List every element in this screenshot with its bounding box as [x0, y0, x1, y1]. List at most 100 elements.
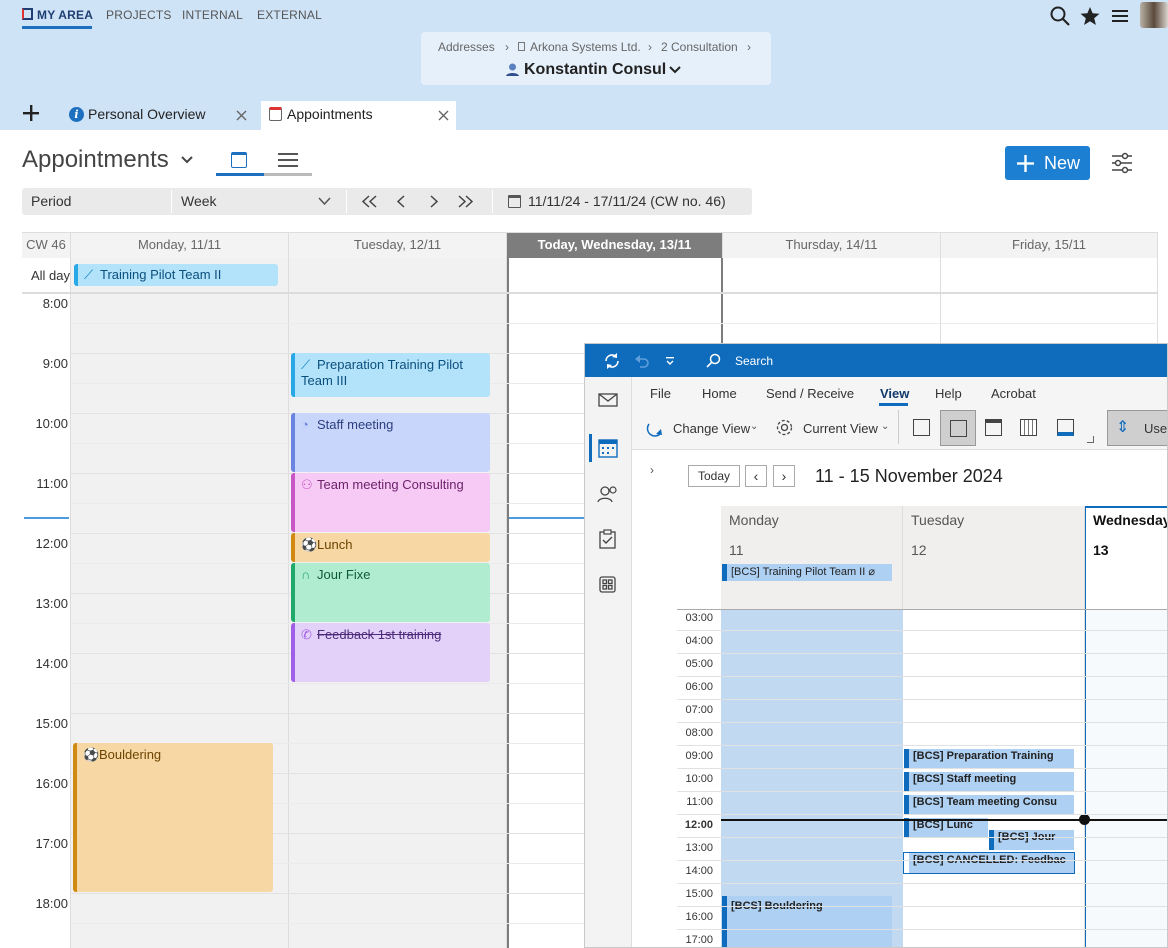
chevron-down-icon[interactable] [180, 155, 194, 165]
week-view-icon[interactable] [985, 419, 1002, 436]
star-icon[interactable] [1079, 5, 1101, 27]
menu-view[interactable]: View [880, 386, 909, 401]
menu-send-receive[interactable]: Send / Receive [766, 386, 854, 401]
ol-event-preparation[interactable]: [BCS] Preparation Training [904, 749, 1074, 769]
search-icon [706, 353, 721, 368]
calendar-icon[interactable] [598, 438, 618, 458]
breadcrumb-separator: › [505, 40, 509, 54]
ol-day-name: Tuesday [911, 512, 965, 528]
settings-sliders-icon[interactable] [1111, 152, 1133, 174]
day-view-icon[interactable] [913, 419, 930, 436]
add-tab-icon[interactable] [23, 105, 39, 121]
owner-name[interactable]: Konstantin Consul [524, 61, 666, 79]
nav-external[interactable]: EXTERNAL [257, 8, 322, 22]
quick-access-dropdown-icon[interactable] [665, 356, 675, 366]
event-title: Training Pilot Team II [100, 267, 222, 282]
breadcrumb-consultation[interactable]: 2 Consultation [661, 40, 738, 54]
undo-icon[interactable] [634, 353, 650, 369]
ol-event-jour[interactable]: [BCS] Jour [989, 830, 1074, 850]
ol-day-number: 12 [911, 542, 927, 558]
ol-event-team[interactable]: [BCS] Team meeting Consu [904, 795, 1074, 815]
avatar[interactable] [1140, 2, 1168, 28]
list-view-button[interactable] [264, 146, 312, 176]
menu-home[interactable]: Home [702, 386, 737, 401]
chevron-down-icon[interactable] [318, 197, 331, 206]
breadcrumb-addresses[interactable]: Addresses [438, 40, 495, 54]
today-button[interactable]: Today [688, 465, 740, 487]
ol-event-title: [BCS] Staff meeting [913, 773, 1017, 785]
menu-acrobat[interactable]: Acrobat [991, 386, 1036, 401]
current-view-button[interactable]: Current View [803, 421, 878, 436]
apps-icon[interactable] [599, 576, 616, 593]
calendar-view-button[interactable] [216, 146, 264, 176]
previous-button[interactable]: ‹ [745, 465, 767, 487]
ol-grid-line [677, 860, 1167, 861]
date-range[interactable]: 11/11/24 - 17/11/24 (CW no. 46) [528, 193, 726, 209]
tab-appointments[interactable]: Appointments [261, 101, 456, 130]
close-icon[interactable] [438, 110, 449, 121]
event-lunch[interactable]: ⚽Lunch [291, 533, 490, 562]
app-logo-icon [22, 8, 33, 20]
chevron-down-icon[interactable] [668, 65, 682, 75]
ol-time-label: 12:00 [684, 819, 713, 831]
new-button[interactable]: New [1005, 146, 1090, 180]
event-training-pilot[interactable]: ⟋ Training Pilot Team II [74, 264, 278, 286]
close-icon[interactable] [236, 110, 247, 121]
event-preparation-training[interactable]: ⟋ Preparation Training Pilot Team III [291, 353, 490, 397]
people-icon[interactable] [597, 485, 619, 503]
double-chevron-left-icon[interactable] [361, 195, 377, 208]
ol-grid-line [677, 837, 1167, 838]
work-week-view-button[interactable] [940, 410, 976, 446]
day-header-thursday[interactable]: Thursday, 14/11 [723, 233, 941, 258]
ol-grid-line [677, 906, 1167, 907]
menu-icon[interactable] [1109, 5, 1131, 27]
next-button[interactable]: › [773, 465, 795, 487]
event-team-meeting[interactable]: ⚇ Team meeting Consulting [291, 473, 490, 532]
ol-day-name: Wednesday [1093, 512, 1168, 528]
ol-grid-line [677, 768, 1167, 769]
ol-event-lunch[interactable]: [BCS] Lunc [904, 818, 988, 838]
tab-personal-overview[interactable]: i Personal Overview [58, 101, 256, 130]
ol-grid-line [677, 653, 1167, 654]
month-view-icon[interactable] [1020, 419, 1037, 436]
event-bouldering[interactable]: ⚽Bouldering [73, 743, 273, 892]
ol-event-bouldering[interactable]: [BCS] Bouldering [722, 896, 892, 947]
ol-wednesday-column[interactable] [1085, 610, 1167, 947]
day-header-friday[interactable]: Friday, 15/11 [941, 233, 1158, 258]
sync-icon[interactable] [603, 352, 621, 370]
menu-help[interactable]: Help [935, 386, 962, 401]
day-header-tuesday[interactable]: Tuesday, 12/11 [289, 233, 507, 258]
active-indicator [589, 434, 592, 462]
chevron-left-icon[interactable] [396, 195, 405, 208]
ol-event-training[interactable]: [BCS] Training Pilot Team II ⌀ [722, 564, 892, 581]
breadcrumb-company[interactable]: Arkona Systems Ltd. [530, 40, 641, 54]
search-icon[interactable] [1049, 5, 1071, 27]
period-select[interactable]: Week [181, 193, 217, 209]
nav-internal[interactable]: INTERNAL [182, 8, 243, 22]
expand-icon[interactable] [1087, 436, 1094, 443]
day-header-today[interactable]: Today, Wednesday, 13/11 [507, 233, 723, 258]
expand-folder-pane-icon[interactable]: › [650, 463, 654, 477]
use-tighter-spacing-button[interactable]: ⇕ Use [1107, 410, 1167, 446]
nav-my-area[interactable]: MY AREA [37, 8, 93, 22]
schedule-view-icon[interactable] [1057, 419, 1074, 436]
tasks-icon[interactable] [599, 529, 616, 549]
event-jour-fixe[interactable]: ∩ Jour Fixe [291, 563, 490, 622]
mail-icon[interactable] [598, 393, 618, 407]
event-staff-meeting[interactable]: ◔ Staff meeting [291, 413, 490, 472]
ol-time-label: 04:00 [685, 635, 713, 647]
change-view-button[interactable]: Change View [673, 421, 750, 436]
gear-icon [776, 419, 793, 436]
double-chevron-right-icon[interactable] [458, 195, 474, 208]
search-input[interactable]: Search [735, 354, 773, 368]
nav-projects[interactable]: PROJECTS [106, 8, 172, 22]
event-feedback-training[interactable]: ✆ Feedback 1st training [291, 623, 490, 682]
spacing-icon: ⇕ [1116, 419, 1130, 436]
period-label: Period [31, 193, 72, 209]
hour-label: 10:00 [35, 416, 68, 431]
ol-event-staff[interactable]: [BCS] Staff meeting [904, 772, 1074, 792]
day-header-monday[interactable]: Monday, 11/11 [71, 233, 289, 258]
menu-file[interactable]: File [650, 386, 671, 401]
chevron-right-icon[interactable] [430, 195, 439, 208]
ol-event-cancelled[interactable]: [BCS] CANCELLED: Feedbac [903, 852, 1075, 874]
